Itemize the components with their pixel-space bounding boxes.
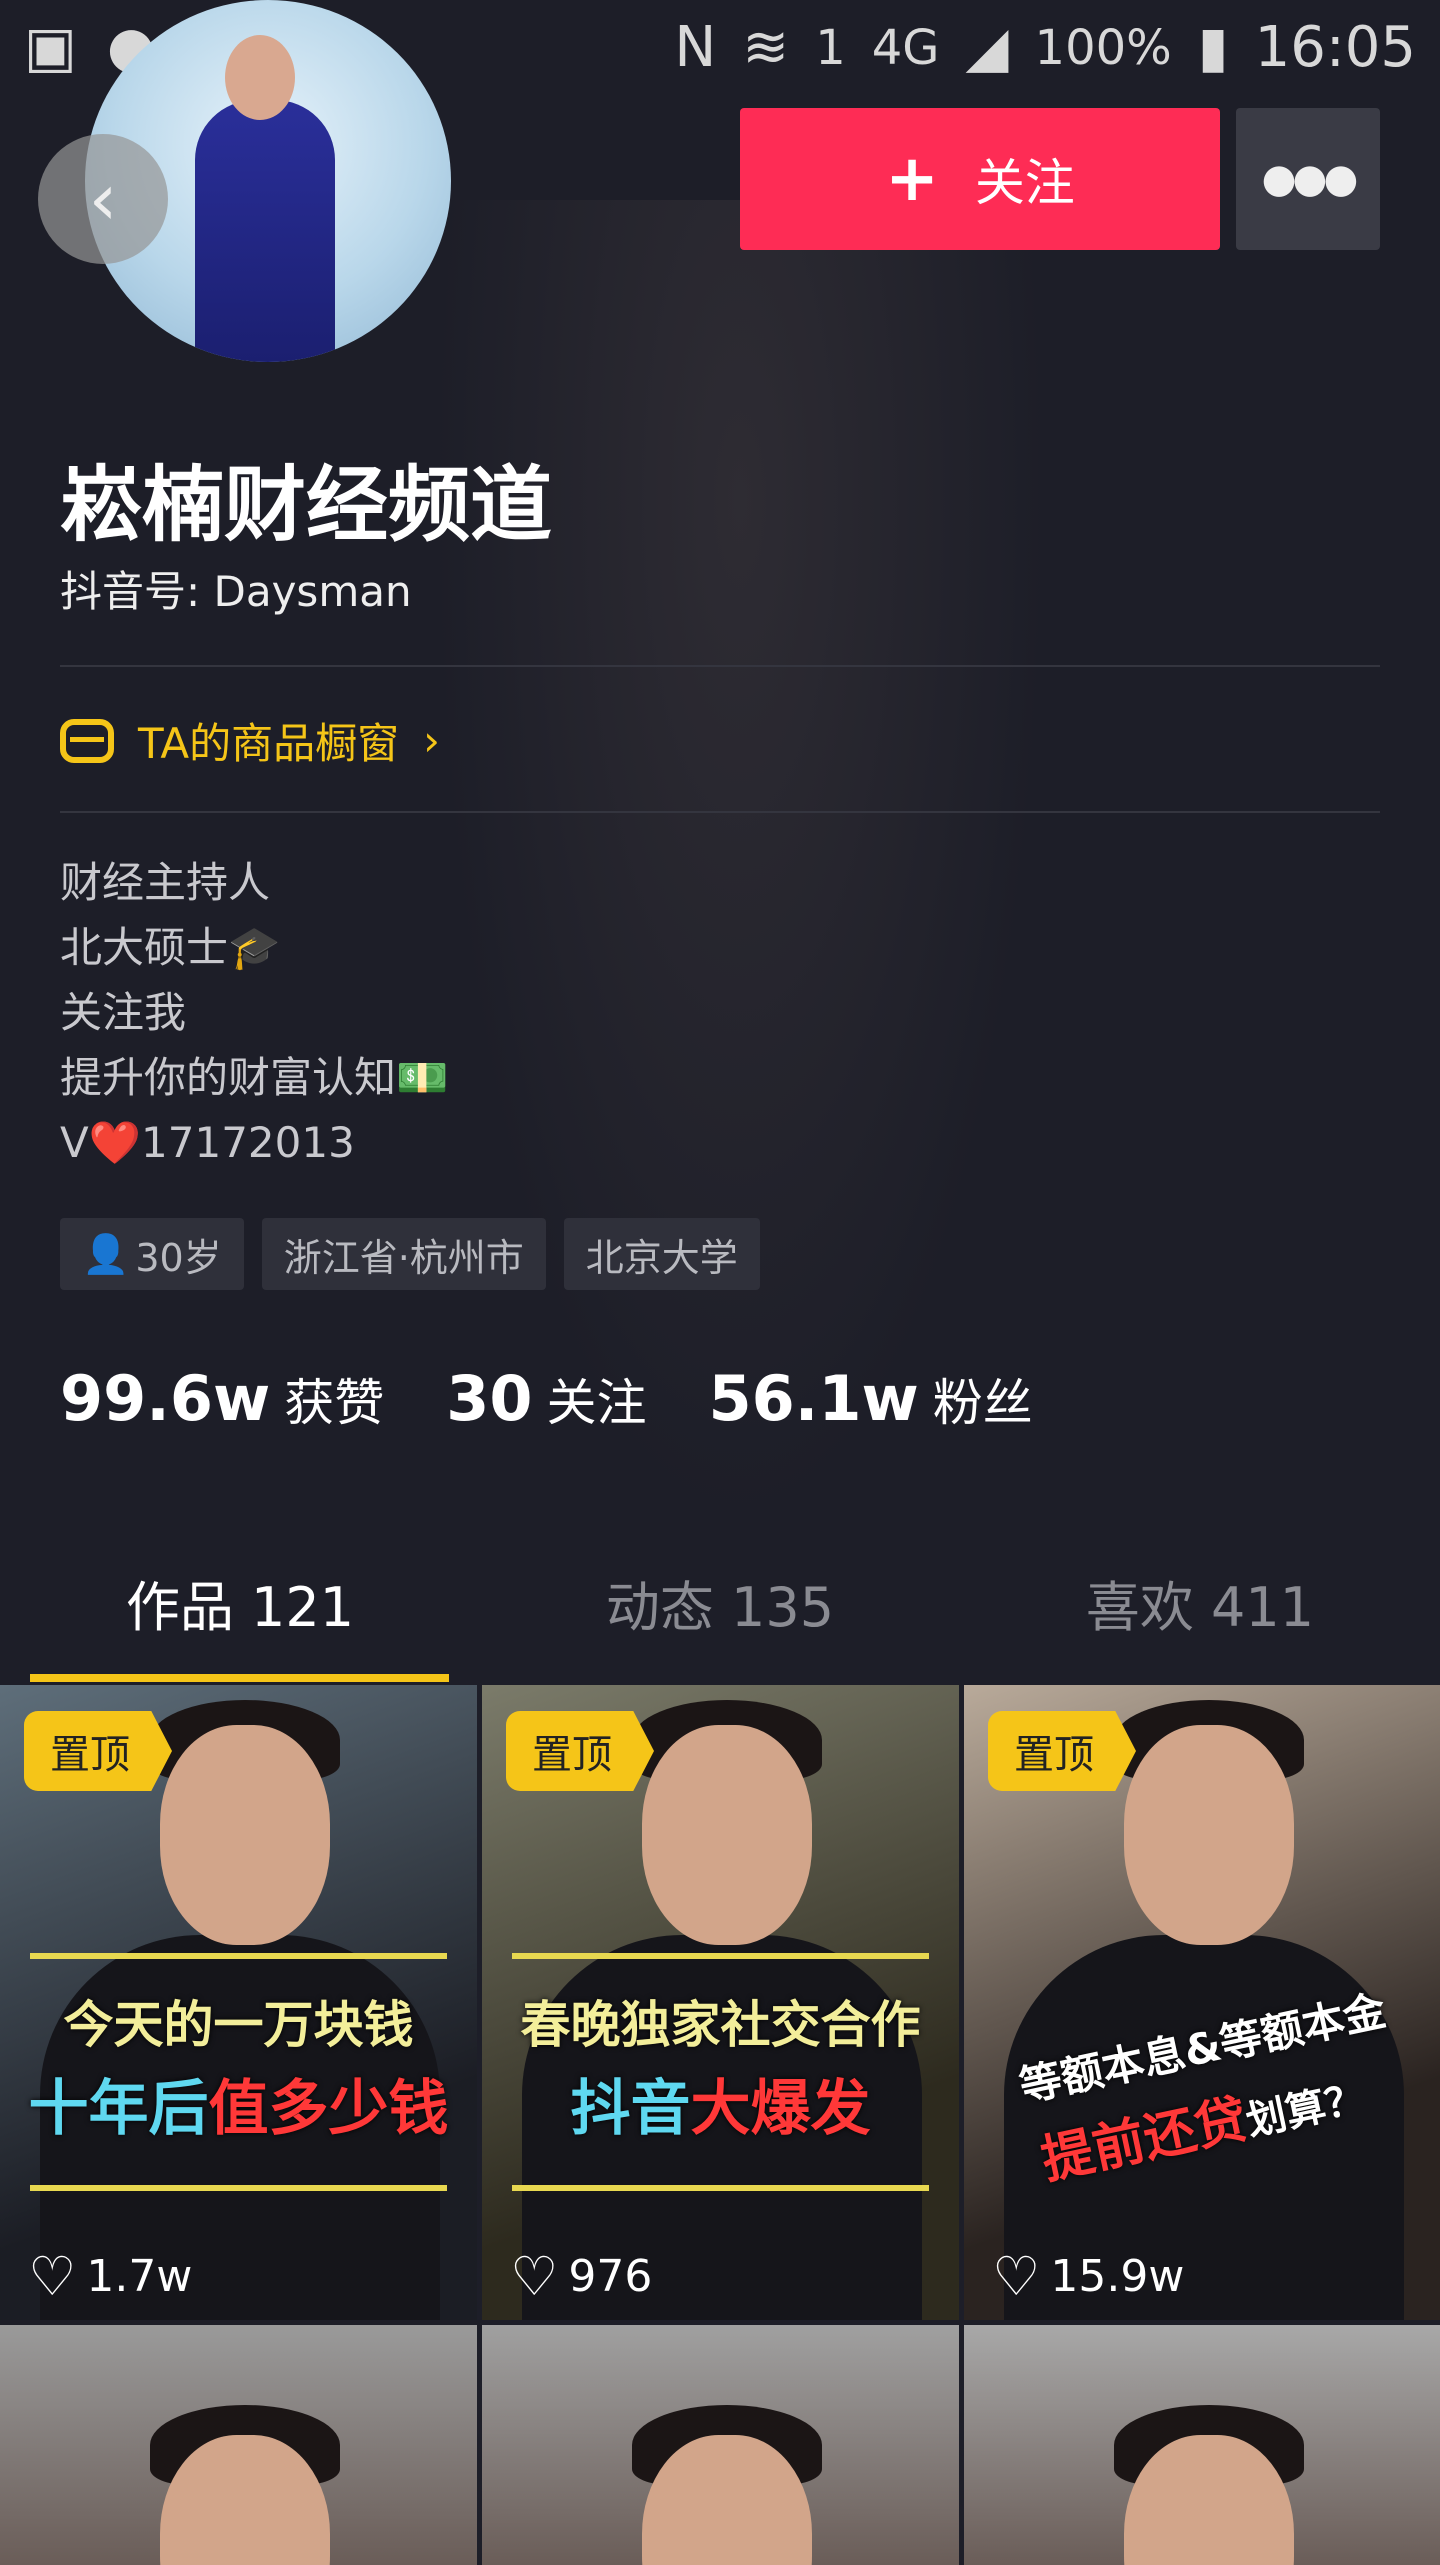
like-count: ♡ 15.9w	[992, 2245, 1185, 2308]
person-icon: 👤	[82, 1231, 130, 1276]
active-tab-indicator	[30, 1674, 449, 1682]
tab-works[interactable]: 作品 121	[0, 1570, 480, 1684]
stat-likes: 99.6w 获赞	[60, 1362, 384, 1435]
stat-value: 99.6w	[60, 1362, 271, 1435]
sim-indicator: 1	[815, 19, 846, 76]
battery-icon: ▮	[1197, 15, 1229, 80]
pinned-badge: 置顶	[506, 1711, 654, 1791]
more-button[interactable]: ●●●	[1236, 108, 1380, 250]
stat-label: 关注	[546, 1374, 647, 1432]
stat-label: 粉丝	[932, 1374, 1033, 1432]
nfc-icon: N	[674, 15, 717, 80]
battery-percent: 100%	[1034, 19, 1172, 76]
follow-label: 关注	[974, 154, 1075, 212]
video-thumbnail[interactable]: 置顶 春晚独家社交合作 抖音大爆发 ♡ 976	[482, 1685, 959, 2320]
douyin-id: 抖音号: Daysman	[60, 567, 412, 616]
bio-line: 关注我	[60, 988, 187, 1037]
profile-tags: 👤 30岁 浙江省·杭州市 北京大学	[60, 1218, 760, 1290]
stat-following[interactable]: 30 关注	[446, 1362, 646, 1435]
shop-label: TA的商品橱窗	[138, 719, 400, 768]
tab-updates[interactable]: 动态 135	[480, 1570, 960, 1684]
video-thumbnail[interactable]: 置顶 等额本息&等额本金 提前还贷划算？ ♡ 15.9w	[964, 1685, 1440, 2320]
video-caption: 春晚独家社交合作	[520, 1996, 921, 2054]
pinned-badge: 置顶	[24, 1711, 172, 1791]
profile-name: 崧楠财经频道	[60, 458, 553, 553]
image-notification-icon: ▣	[24, 15, 77, 80]
heart-icon: ♡	[510, 2245, 559, 2308]
bio-line: 财经主持人	[60, 858, 271, 907]
bio-line: 北大硕士🎓	[60, 923, 281, 972]
profile-stats: 99.6w 获赞 30 关注 56.1w 粉丝	[60, 1362, 1033, 1435]
video-caption-highlight: 抖音大爆发	[570, 2074, 871, 2144]
video-caption: 今天的一万块钱	[63, 1996, 414, 2054]
video-thumbnail[interactable]: 置顶 今天的一万块钱 十年后值多少钱 ♡ 1.7w	[0, 1685, 477, 2320]
tag-location: 浙江省·杭州市	[261, 1218, 546, 1290]
video-thumbnail[interactable]	[0, 2325, 477, 2565]
background-cover	[380, 200, 1100, 1700]
shop-window-link[interactable]: TA的商品橱窗 ›	[60, 710, 440, 771]
tag-label: 30岁	[135, 1235, 222, 1280]
video-caption-highlight: 十年后值多少钱	[28, 2074, 449, 2144]
video-thumbnail[interactable]	[482, 2325, 959, 2565]
tag-school: 北京大学	[563, 1218, 760, 1290]
shop-icon	[60, 718, 114, 763]
tag-label: 浙江省·杭州市	[283, 1235, 524, 1280]
bio: 财经主持人 北大硕士🎓 关注我 提升你的财富认知💵 V❤️17172013	[60, 850, 448, 1175]
like-count: ♡ 1.7w	[28, 2245, 193, 2308]
signal-icon: ◢	[965, 15, 1009, 80]
bio-line: V❤️17172013	[60, 1118, 355, 1167]
tag-label: 北京大学	[585, 1235, 738, 1280]
tab-likes[interactable]: 喜欢 411	[960, 1570, 1440, 1684]
network-type: 4G	[871, 19, 940, 76]
back-button[interactable]: ‹	[38, 134, 168, 264]
divider	[60, 811, 1380, 813]
stat-value: 56.1w	[708, 1362, 919, 1435]
like-count: ♡ 976	[510, 2245, 653, 2308]
wifi-icon: ≋	[742, 15, 790, 80]
plus-icon: +	[885, 142, 939, 216]
heart-icon: ♡	[28, 2245, 77, 2308]
clock: 16:05	[1254, 15, 1416, 80]
bio-line: 提升你的财富认知💵	[60, 1053, 449, 1102]
tag-age: 👤 30岁	[60, 1218, 244, 1290]
more-options-icon: ●●●	[1261, 156, 1359, 202]
heart-icon: ♡	[992, 2245, 1041, 2308]
chevron-left-icon: ‹	[88, 157, 118, 241]
chevron-right-icon: ›	[423, 716, 440, 765]
video-grid: 置顶 今天的一万块钱 十年后值多少钱 ♡ 1.7w 置顶 春晚独家社交合作 抖音大…	[0, 1685, 1440, 2565]
content-tabs: 作品 121 动态 135 喜欢 411	[0, 1570, 1440, 1684]
video-thumbnail[interactable]	[964, 2325, 1440, 2565]
pinned-badge: 置顶	[988, 1711, 1136, 1791]
follow-button[interactable]: + 关注	[740, 108, 1220, 250]
divider	[60, 665, 1380, 667]
stat-followers[interactable]: 56.1w 粉丝	[709, 1362, 1033, 1435]
stat-value: 30	[446, 1362, 533, 1435]
stat-label: 获赞	[284, 1374, 385, 1432]
